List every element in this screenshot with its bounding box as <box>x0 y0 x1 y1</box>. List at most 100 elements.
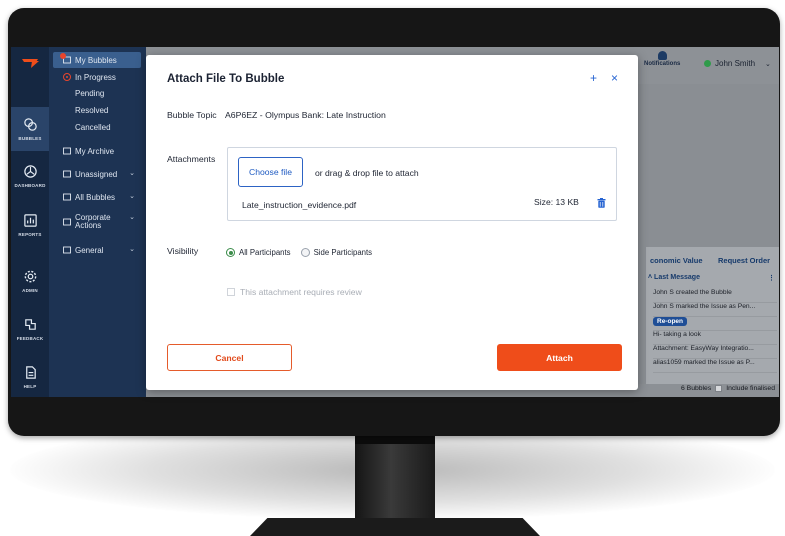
column-request-order[interactable]: Request Order <box>718 256 770 265</box>
option-all-participants-label: All Participants <box>239 248 291 257</box>
table-row[interactable]: alias1059 marked the Issue as P... <box>653 359 777 373</box>
bubble-topic-value: A6P6EZ - Olympus Bank: Late Instruction <box>225 110 386 120</box>
attached-file-size: Size: 13 KB <box>534 197 579 207</box>
trash-icon[interactable] <box>597 198 606 208</box>
bubbles-count: 6 Bubbles Include finalised <box>681 385 775 392</box>
notifications-label: Notifications <box>644 61 681 67</box>
inbox-icon <box>63 193 71 201</box>
rail-item-admin[interactable]: ADMIN <box>11 259 49 303</box>
column-economic-value[interactable]: conomic Value <box>650 256 703 265</box>
attachments-label: Attachments <box>167 154 216 164</box>
review-label: This attachment requires review <box>240 287 362 297</box>
review-checkbox[interactable] <box>227 288 235 296</box>
sidebar-label-my-bubbles: My Bubbles <box>75 55 117 65</box>
chevron-down-icon: ⌄ <box>129 170 135 177</box>
gear-icon <box>24 270 36 283</box>
file-drop-zone[interactable]: Choose file or drag & drop file to attac… <box>227 147 617 221</box>
sidebar-item-all-bubbles[interactable]: All Bubbles ⌄ <box>53 189 141 205</box>
rail-label-admin: ADMIN <box>22 288 38 293</box>
rail-label-reports: REPORTS <box>18 232 42 237</box>
sidebar-label-in-progress: In Progress <box>75 72 116 82</box>
sidebar-label-resolved: Resolved <box>75 105 109 115</box>
rail-item-help[interactable]: HELP <box>11 355 49 397</box>
kebab-menu-icon[interactable]: ⋮ <box>768 274 775 282</box>
sidebar-label-cancelled: Cancelled <box>75 122 111 132</box>
sidebar-label-pending: Pending <box>75 88 105 98</box>
sidebar-item-cancelled[interactable]: Cancelled <box>53 119 141 135</box>
rail-item-bubbles[interactable]: BUBBLES <box>11 107 49 151</box>
bubble-table-panel: conomic Value Request Order ˄ Last Messa… <box>646 247 779 397</box>
review-option: This attachment requires review <box>227 287 362 297</box>
radio-all-participants[interactable] <box>226 248 235 257</box>
choose-file-button[interactable]: Choose file <box>238 157 303 187</box>
rail-label-help: HELP <box>23 384 37 389</box>
sidebar-item-general[interactable]: General ⌄ <box>53 242 141 258</box>
sidebar-item-my-archive[interactable]: My Archive <box>53 143 141 159</box>
monitor-stand-base <box>250 518 540 536</box>
sidebar-label-all-bubbles: All Bubbles <box>75 192 116 202</box>
inbox-icon <box>63 246 71 254</box>
user-name: John Smith <box>715 59 756 68</box>
radio-side-participants[interactable] <box>300 248 310 257</box>
chevron-down-icon: ⌄ <box>129 246 135 253</box>
bubbles-icon <box>23 118 37 131</box>
archive-icon <box>63 147 71 155</box>
sidebar-item-corporate-actions[interactable]: Corporate Actions ⌄ <box>53 211 141 233</box>
online-status-icon <box>704 60 711 67</box>
feedback-icon <box>24 319 36 330</box>
add-icon[interactable]: + <box>590 71 597 85</box>
chevron-down-icon: ⌄ <box>129 193 135 200</box>
close-icon[interactable]: × <box>611 71 618 85</box>
alert-badge <box>60 53 66 59</box>
option-side-participants-label: Side Participants <box>313 248 373 257</box>
bubbles-count-label: 6 Bubbles <box>681 385 712 392</box>
notifications-button[interactable]: Notifications <box>644 51 680 67</box>
inbox-icon <box>63 218 71 226</box>
table-row[interactable]: Re-open <box>653 317 777 331</box>
include-finalised-label: Include finalised <box>726 385 775 392</box>
sidebar-item-resolved[interactable]: Resolved <box>53 102 141 118</box>
sidebar-label-corporate-line2: Actions <box>75 221 102 230</box>
bell-icon <box>657 51 667 60</box>
attached-file-name: Late_instruction_evidence.pdf <box>242 200 357 210</box>
chevron-down-icon: ⌄ <box>129 214 135 221</box>
sidebar-item-unassigned[interactable]: Unassigned ⌄ <box>53 166 141 182</box>
table-row[interactable]: Hi- taking a look <box>653 331 777 345</box>
reopen-badge: Re-open <box>653 317 687 326</box>
user-menu[interactable]: John Smith ⌄ <box>704 59 771 68</box>
help-icon <box>25 366 36 379</box>
table-row[interactable]: Attachment: EasyWay Integratio... <box>653 345 777 359</box>
table-row[interactable]: John S created the Bubble <box>653 289 777 303</box>
sidebar-item-in-progress[interactable]: In Progress <box>53 69 141 85</box>
rail-label-bubbles: BUBBLES <box>18 136 42 141</box>
table-header-tabs: conomic Value Request Order <box>646 253 779 267</box>
folder-sidebar: My Bubbles In Progress Pending Resolved … <box>49 47 146 397</box>
rail-label-dashboard: DASHBOARD <box>14 183 46 188</box>
modal-title: Attach File To Bubble <box>167 73 285 85</box>
visibility-options: All Participants Side Participants <box>226 248 372 257</box>
attach-button[interactable]: Attach <box>497 344 622 371</box>
brand-logo-icon <box>22 59 39 68</box>
sidebar-label-general: General <box>75 245 104 255</box>
monitor-stand-neck <box>355 430 435 525</box>
inbox-icon <box>63 170 71 178</box>
cancel-button[interactable]: Cancel <box>167 344 292 371</box>
column-last-message[interactable]: ˄ Last Message ⋮ <box>648 274 779 282</box>
sidebar-item-my-bubbles[interactable]: My Bubbles <box>53 52 141 68</box>
sidebar-label-corporate-actions: Corporate Actions <box>75 214 111 230</box>
sidebar-label-unassigned: Unassigned <box>75 169 118 179</box>
include-finalised-checkbox[interactable] <box>715 385 723 392</box>
in-progress-status-icon <box>63 73 71 81</box>
dashboard-icon <box>23 165 37 178</box>
sidebar-label-my-archive: My Archive <box>75 146 115 156</box>
rail-item-reports[interactable]: REPORTS <box>11 203 49 247</box>
rail-label-feedback: FEEDBACK <box>16 336 44 341</box>
bubble-topic-label: Bubble Topic <box>167 110 217 120</box>
drag-drop-hint: or drag & drop file to attach <box>315 168 419 178</box>
table-row[interactable]: John S marked the Issue as Pen... <box>653 303 777 317</box>
rail-item-feedback[interactable]: FEEDBACK <box>11 307 49 351</box>
attach-file-modal: Attach File To Bubble + × Bubble Topic A… <box>146 55 638 390</box>
sidebar-item-pending[interactable]: Pending <box>53 85 141 101</box>
rail-item-dashboard[interactable]: DASHBOARD <box>11 154 49 198</box>
chevron-down-icon: ⌄ <box>765 60 771 68</box>
